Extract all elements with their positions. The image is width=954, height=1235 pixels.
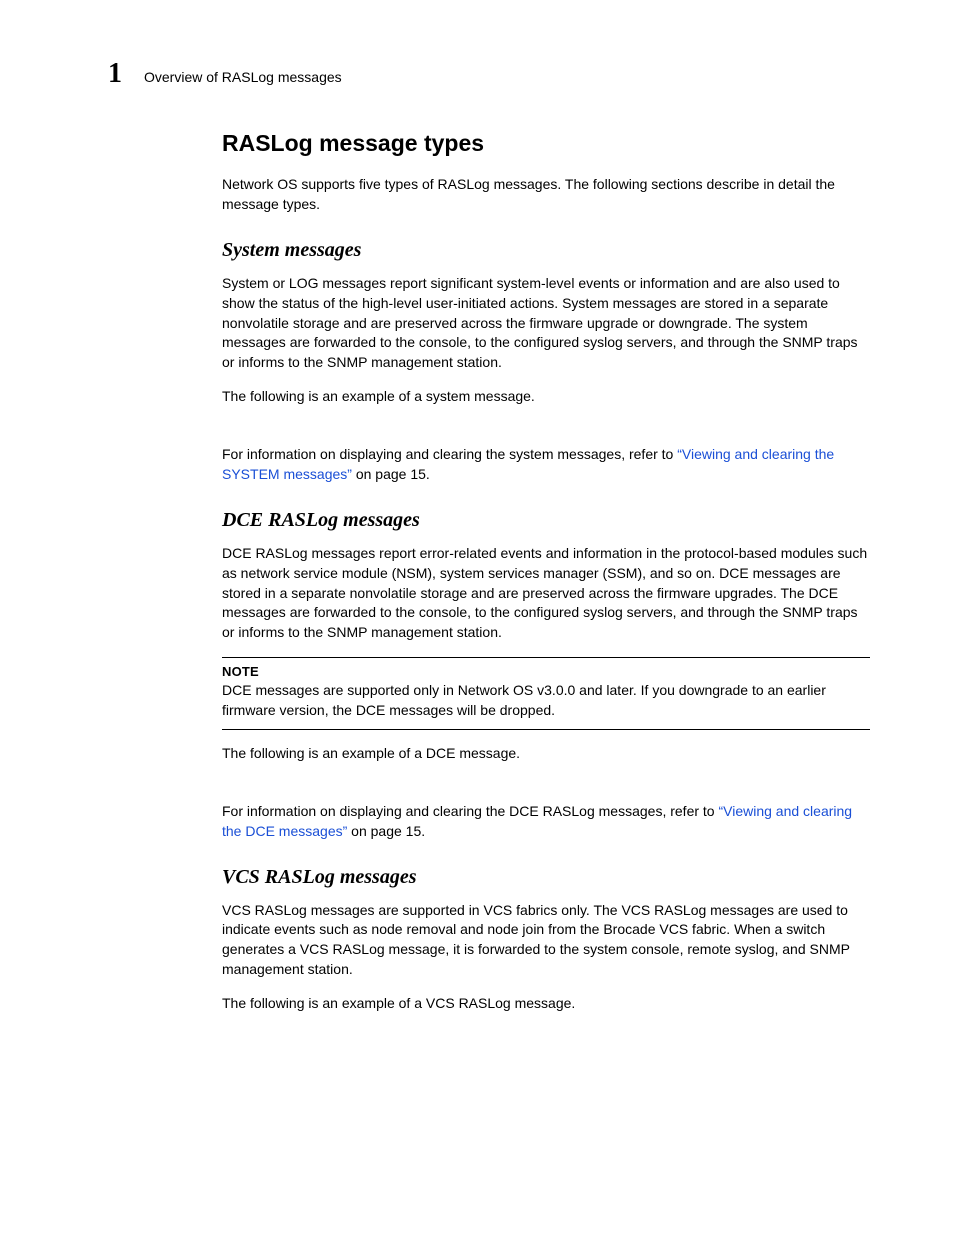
vcs-p1: VCS RASLog messages are supported in VCS… — [222, 901, 870, 981]
note-block: NOTE DCE messages are supported only in … — [222, 657, 870, 730]
spacer — [222, 778, 870, 802]
dce-p3: For information on displaying and cleari… — [222, 802, 870, 842]
page-header: 1 Overview of RASLog messages — [108, 60, 890, 88]
system-heading: System messages — [222, 239, 870, 262]
dce-p1: DCE RASLog messages report error-related… — [222, 544, 870, 643]
note-text: DCE messages are supported only in Netwo… — [222, 681, 870, 721]
running-title: Overview of RASLog messages — [144, 69, 342, 85]
system-p1: System or LOG messages report significan… — [222, 274, 870, 373]
section-title: RASLog message types — [222, 130, 870, 157]
system-p3: For information on displaying and cleari… — [222, 445, 870, 485]
dce-p3-post: on page 15. — [347, 823, 425, 839]
page: 1 Overview of RASLog messages RASLog mes… — [0, 0, 954, 1235]
note-label: NOTE — [222, 664, 870, 679]
content-area: RASLog message types Network OS supports… — [222, 130, 870, 1028]
section-intro: Network OS supports five types of RASLog… — [222, 175, 870, 215]
system-p2: The following is an example of a system … — [222, 387, 870, 407]
chapter-number: 1 — [108, 60, 122, 88]
dce-heading: DCE RASLog messages — [222, 509, 870, 532]
system-p3-post: on page 15. — [352, 466, 430, 482]
system-p3-pre: For information on displaying and cleari… — [222, 446, 677, 462]
spacer — [222, 421, 870, 445]
dce-p3-pre: For information on displaying and cleari… — [222, 803, 718, 819]
vcs-heading: VCS RASLog messages — [222, 866, 870, 889]
vcs-p2: The following is an example of a VCS RAS… — [222, 994, 870, 1014]
dce-p2: The following is an example of a DCE mes… — [222, 744, 870, 764]
